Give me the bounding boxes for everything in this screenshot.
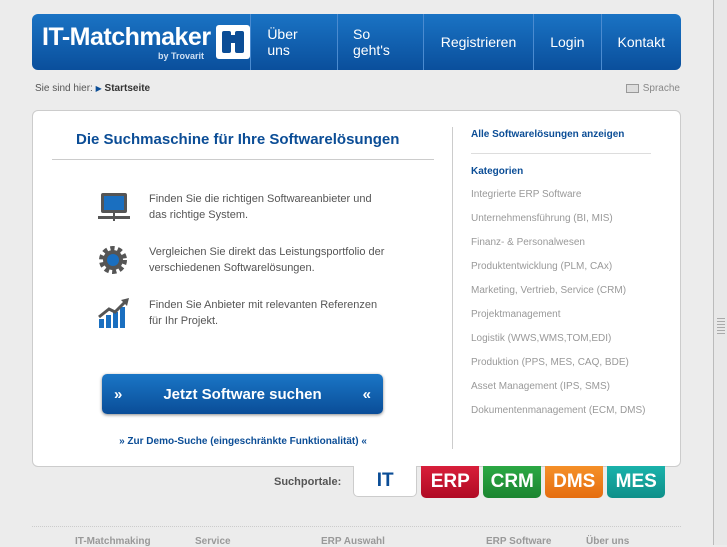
category-link[interactable]: Produktion (PPS, MES, CAQ, BDE) xyxy=(471,357,651,381)
all-solutions-link[interactable]: Alle Softwarelösungen anzeigen xyxy=(471,129,651,140)
divider xyxy=(452,127,453,449)
language-label: Sprache xyxy=(642,83,680,94)
language-selector[interactable]: Sprache xyxy=(625,83,680,94)
footer-heading[interactable]: Service xyxy=(195,536,231,547)
category-link[interactable]: Integrierte ERP Software xyxy=(471,189,651,213)
top-nav: IT-Matchmaker by Trovarit Über uns So ge… xyxy=(32,14,681,70)
category-link[interactable]: Unternehmensführung (BI, MIS) xyxy=(471,213,651,237)
feature-item: Finden Sie Anbieter mit relevanten Refer… xyxy=(97,297,389,329)
page-title: Die Suchmaschine für Ihre Softwarelösung… xyxy=(76,131,400,148)
nav-registrieren[interactable]: Registrieren xyxy=(422,14,533,70)
flag-icon xyxy=(625,83,639,93)
feature-text: Vergleichen Sie direkt das Leistungsport… xyxy=(149,246,385,274)
category-link[interactable]: Marketing, Vertrieb, Service (CRM) xyxy=(471,285,651,309)
footer-heading[interactable]: Über uns xyxy=(586,536,629,547)
nav-ueber-uns[interactable]: Über uns xyxy=(250,14,337,70)
scrollbar-grip[interactable] xyxy=(717,318,725,336)
category-link[interactable]: Asset Management (IPS, SMS) xyxy=(471,381,651,405)
feature-text: Finden Sie Anbieter mit relevanten Refer… xyxy=(149,299,378,327)
growth-chart-icon xyxy=(97,297,131,329)
breadcrumb-current[interactable]: Startseite xyxy=(105,83,151,94)
feature-item: Finden Sie die richtigen Softwareanbiete… xyxy=(97,191,389,223)
gear-icon xyxy=(97,244,131,276)
feature-item: Vergleichen Sie direkt das Leistungsport… xyxy=(97,244,389,276)
portal-tab-mes[interactable]: MES xyxy=(607,466,666,498)
arrow-icon: ▶ xyxy=(95,84,102,93)
search-button-label: Jetzt Software suchen xyxy=(163,385,322,403)
footer: IT-Matchmaking Service ERP Auswahl ERP S… xyxy=(32,526,681,547)
category-link[interactable]: Projektmanagement xyxy=(471,309,651,333)
main-card: Die Suchmaschine für Ihre Softwarelösung… xyxy=(32,110,681,467)
category-link[interactable]: Produktentwicklung (PLM, CAx) xyxy=(471,261,651,285)
nav-kontakt[interactable]: Kontakt xyxy=(600,14,681,70)
footer-heading[interactable]: ERP Auswahl xyxy=(321,536,385,547)
sidebar: Alle Softwarelösungen anzeigen Kategorie… xyxy=(471,129,651,429)
portal-tab-dms[interactable]: DMS xyxy=(545,466,604,498)
categories-heading: Kategorien xyxy=(471,166,524,177)
logo[interactable]: IT-Matchmaker by Trovarit xyxy=(32,14,250,70)
category-link[interactable]: Dokumentenmanagement (ECM, DMS) xyxy=(471,405,651,429)
scrollbar[interactable] xyxy=(713,0,727,545)
nav-so-gehts[interactable]: So geht's xyxy=(337,14,423,70)
divider xyxy=(471,153,651,154)
double-chevron-right-icon: » xyxy=(114,385,123,403)
computer-icon xyxy=(97,191,131,223)
logo-text: IT-Matchmaker xyxy=(42,23,211,51)
category-link[interactable]: Finanz- & Personalwesen xyxy=(471,237,651,261)
portal-tab-crm[interactable]: CRM xyxy=(483,466,542,498)
search-portals: Suchportale: IT ERP CRM DMS MES xyxy=(274,466,666,498)
portals-label: Suchportale: xyxy=(274,476,342,488)
footer-heading[interactable]: IT-Matchmaking xyxy=(75,536,151,547)
divider xyxy=(52,159,434,160)
footer-heading[interactable]: ERP Software xyxy=(486,536,551,547)
breadcrumb: Sie sind hier: ▶ Startseite xyxy=(35,83,150,94)
logo-sub: by Trovarit xyxy=(158,51,205,61)
portal-tab-it[interactable]: IT xyxy=(353,466,418,497)
category-link[interactable]: Logistik (WWS,WMS,TOM,EDI) xyxy=(471,333,651,357)
feature-text: Finden Sie die richtigen Softwareanbiete… xyxy=(149,193,372,221)
breadcrumb-label: Sie sind hier: xyxy=(35,83,93,94)
portal-tab-erp[interactable]: ERP xyxy=(421,466,480,498)
double-chevron-left-icon: « xyxy=(362,385,371,403)
demo-search-link[interactable]: » Zur Demo-Suche (eingeschränkte Funktio… xyxy=(33,436,453,447)
search-button[interactable]: » Jetzt Software suchen « xyxy=(102,374,383,414)
binoculars-icon xyxy=(216,25,250,59)
nav-login[interactable]: Login xyxy=(533,14,600,70)
